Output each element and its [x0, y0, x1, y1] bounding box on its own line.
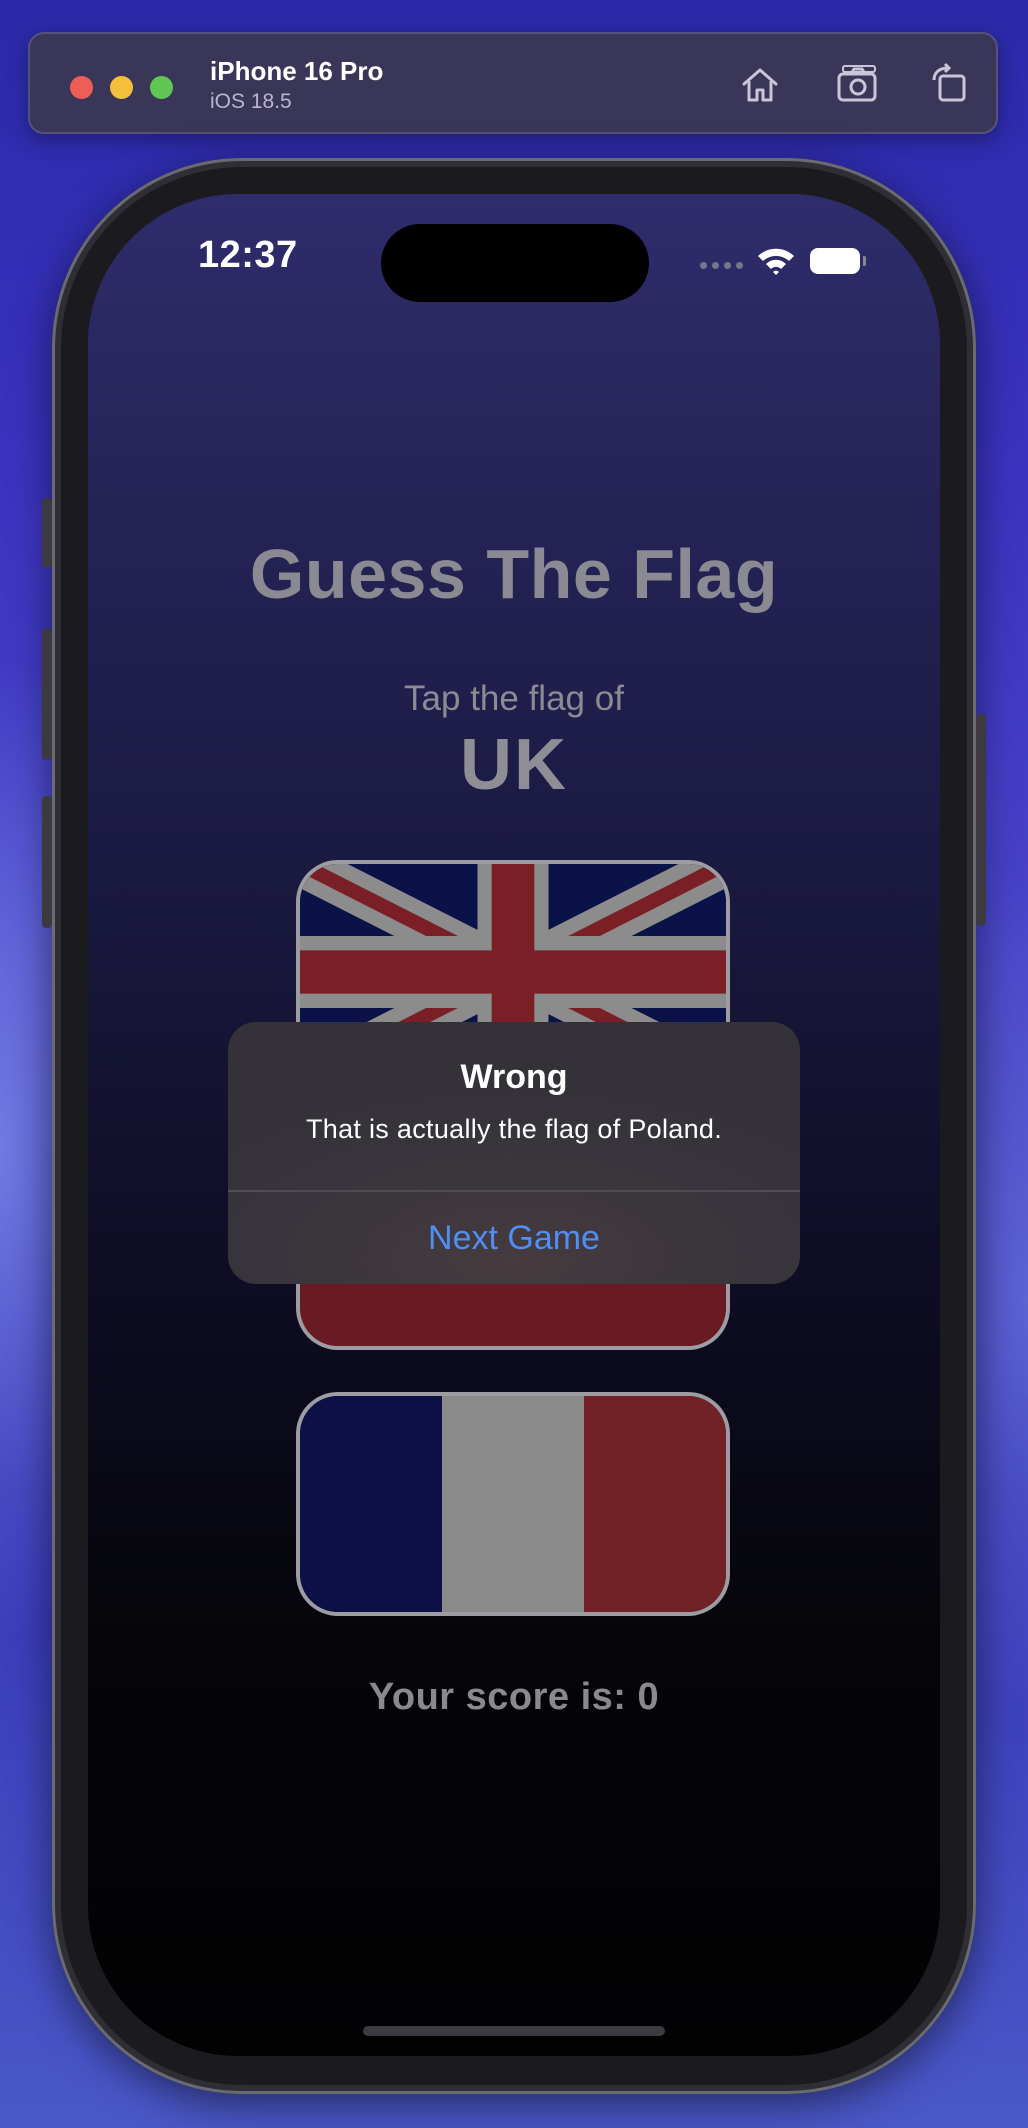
battery-icon	[810, 248, 866, 274]
wrong-answer-alert: Wrong That is actually the flag of Polan…	[228, 1022, 800, 1284]
simulator-title-bar: iPhone 16 Pro iOS 18.5	[28, 32, 998, 134]
dynamic-island	[381, 224, 649, 302]
app-title: Guess The Flag	[249, 535, 779, 613]
home-indicator[interactable]	[363, 2026, 665, 2036]
cellular-signal-icon	[700, 262, 743, 269]
prompt-label: Tap the flag of	[404, 679, 624, 718]
close-window-button[interactable]	[70, 76, 93, 99]
rotate-icon[interactable]	[926, 60, 976, 110]
target-country: UK	[460, 725, 568, 805]
action-button	[42, 498, 52, 568]
wifi-icon	[756, 246, 796, 276]
device-name: iPhone 16 Pro	[210, 56, 384, 86]
flag-button-france[interactable]	[300, 1396, 726, 1612]
home-icon[interactable]	[735, 60, 785, 110]
volume-up-button	[42, 628, 52, 760]
screenshot-icon[interactable]	[833, 60, 883, 110]
side-power-button	[976, 714, 986, 926]
score-label: Your score is: 0	[368, 1676, 660, 1718]
minimize-window-button[interactable]	[110, 76, 133, 99]
volume-down-button	[42, 796, 52, 928]
france-flag-icon	[300, 1396, 726, 1612]
next-game-button[interactable]: Next Game	[228, 1192, 800, 1284]
alert-message: That is actually the flag of Poland.	[305, 1114, 723, 1144]
os-version: iOS 18.5	[210, 90, 292, 113]
alert-title: Wrong	[460, 1058, 568, 1096]
zoom-window-button[interactable]	[150, 76, 173, 99]
status-time: 12:37	[198, 234, 298, 276]
